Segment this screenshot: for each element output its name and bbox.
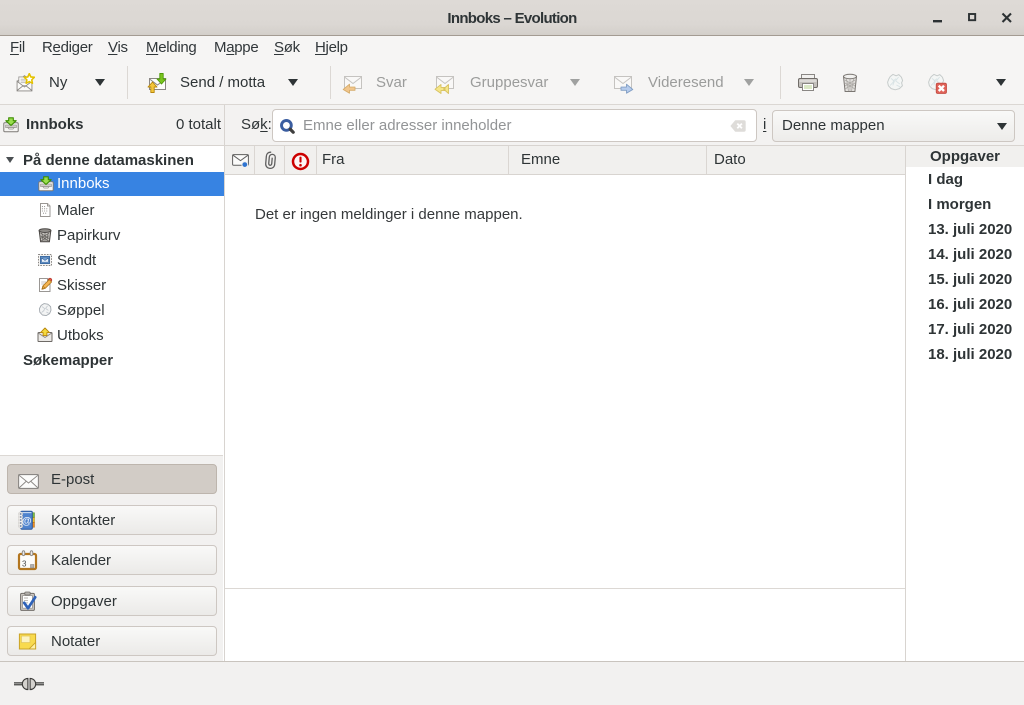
- svg-text:@: @: [22, 516, 32, 527]
- svg-text:3: 3: [22, 559, 27, 568]
